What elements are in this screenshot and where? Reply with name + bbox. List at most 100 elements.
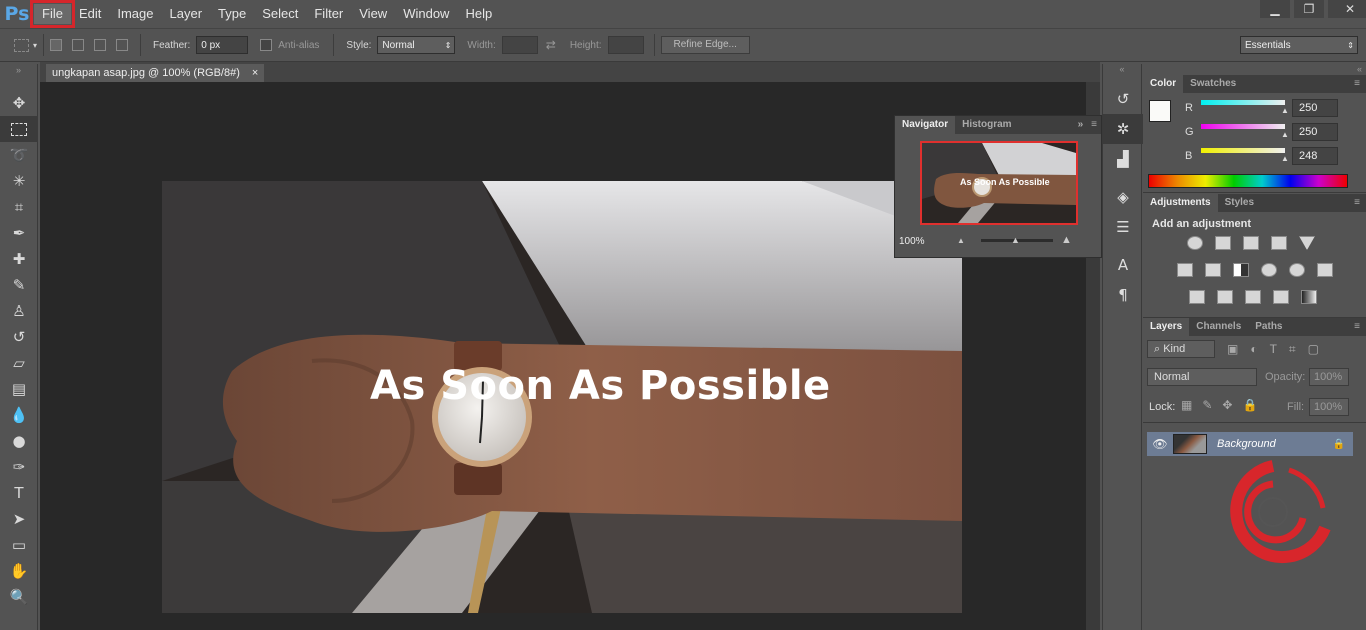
foreground-swatch[interactable] [1149,100,1171,122]
antialias-checkbox[interactable] [260,39,273,51]
menu-view[interactable]: View [351,4,395,24]
swap-icon[interactable]: ⇄ [546,38,556,52]
black-white-icon[interactable] [1233,263,1249,277]
slider-handle-icon[interactable]: ▲ [1281,106,1289,115]
zoom-tool-icon[interactable]: 🔍 [0,584,38,610]
tab-channels[interactable]: Channels [1189,318,1248,336]
minimize-button[interactable]: ▁ [1260,0,1290,18]
character-icon[interactable]: A [1103,250,1143,280]
tab-histogram[interactable]: Histogram [955,116,1018,134]
move-tool-icon[interactable]: ✥ [0,90,38,116]
blur-tool-icon[interactable]: 💧 [0,402,38,428]
selective-color-icon[interactable] [1273,290,1289,304]
style-select[interactable]: Normal ⇕ [377,36,456,54]
close-button[interactable]: ✕ [1328,0,1366,18]
channel-b-slider[interactable] [1201,148,1285,153]
width-input[interactable] [501,36,538,54]
layer-row-background[interactable]: 👁 Background 🔒 [1147,432,1353,456]
lasso-tool-icon[interactable]: ➰ [0,142,38,168]
navigator-zoom[interactable]: 100% [899,236,925,247]
clone-stamp-icon[interactable]: ♙ [0,298,38,324]
color-lookup-icon[interactable] [1317,263,1333,277]
panel-menu-icon[interactable]: ≡ [1348,318,1366,336]
layer-name[interactable]: Background [1217,438,1276,450]
tab-adjustments[interactable]: Adjustments [1143,194,1218,212]
menu-help[interactable]: Help [457,4,500,24]
new-selection-icon[interactable] [50,39,63,51]
history-icon[interactable]: ↺ [1103,84,1143,114]
blend-mode-select[interactable]: Normal [1147,368,1257,386]
channel-g-slider[interactable] [1201,124,1285,129]
menu-filter[interactable]: Filter [306,4,351,24]
paragraph-icon[interactable]: ¶ [1103,280,1143,310]
intersect-selection-icon[interactable] [116,39,129,51]
zoom-out-icon[interactable]: ▲ [957,236,965,245]
magic-wand-icon[interactable]: ✳ [0,168,38,194]
exposure-icon[interactable] [1271,236,1287,250]
tab-swatches[interactable]: Swatches [1183,75,1243,93]
document-tab[interactable]: ungkapan asap.jpg @ 100% (RGB/8#) × [46,64,265,82]
menu-image[interactable]: Image [109,4,161,24]
eyedropper-icon[interactable]: ✒ [0,220,38,246]
marquee-preset-icon[interactable] [14,38,29,52]
channel-r-value[interactable]: 250 [1292,99,1338,117]
expand-icon[interactable]: » [1074,116,1088,134]
navigator-thumbnail[interactable]: As Soon As Possible [920,141,1078,225]
hand-tool-icon[interactable]: ✋ [0,558,38,584]
histogram-icon[interactable]: ▟ [1103,144,1143,174]
crop-tool-icon[interactable]: ⌗ [0,194,38,220]
tab-close-icon[interactable]: × [252,64,258,82]
tab-styles[interactable]: Styles [1218,194,1261,212]
feather-input[interactable]: 0 px [196,36,249,54]
menu-select[interactable]: Select [254,4,306,24]
menu-layer[interactable]: Layer [162,4,211,24]
tab-navigator[interactable]: Navigator [895,116,956,134]
eraser-icon[interactable]: ▱ [0,350,38,376]
channel-r-slider[interactable] [1201,100,1285,105]
color-spectrum[interactable] [1148,174,1348,188]
invert-icon[interactable] [1189,290,1205,304]
restore-button[interactable]: ❐ [1294,0,1324,18]
panel-menu-icon[interactable]: ≡ [1348,194,1366,212]
channel-b-value[interactable]: 248 [1292,147,1338,165]
menu-type[interactable]: Type [210,4,254,24]
color-balance-icon[interactable] [1205,263,1221,277]
chevron-down-icon[interactable]: ▾ [33,41,37,50]
menu-edit[interactable]: Edit [71,4,109,24]
pen-tool-icon[interactable]: ✑ [0,454,38,480]
posterize-icon[interactable] [1217,290,1233,304]
slider-handle-icon[interactable]: ▲ [1281,130,1289,139]
info-icon[interactable]: ◈ [1103,182,1143,212]
lock-icons[interactable]: ▦✎✥🔒 [1181,398,1267,412]
panel-menu-icon[interactable]: ≡ [1348,75,1366,93]
channel-mixer-icon[interactable] [1289,263,1305,277]
tab-layers[interactable]: Layers [1143,318,1190,336]
curves-icon[interactable] [1243,236,1259,250]
fill-input[interactable]: 100% [1309,398,1349,416]
add-selection-icon[interactable] [72,39,85,51]
collapse-icon[interactable]: » [0,64,37,90]
rectangle-tool-icon[interactable]: ▭ [0,532,38,558]
gradient-tool-icon[interactable]: ▤ [0,376,38,402]
workspace-select[interactable]: Essentials ⇕ [1240,36,1358,54]
layer-filter-icons[interactable]: ▣◐T⌗▢ [1227,342,1331,357]
hue-saturation-icon[interactable] [1177,263,1193,277]
menu-window[interactable]: Window [395,4,457,24]
zoom-slider-handle[interactable]: ▲ [1011,235,1020,245]
slider-handle-icon[interactable]: ▲ [1281,154,1289,163]
healing-brush-icon[interactable]: ✚ [0,246,38,272]
threshold-icon[interactable] [1245,290,1261,304]
brightness-icon[interactable] [1187,236,1203,250]
photo-filter-icon[interactable] [1261,263,1277,277]
layer-filter-select[interactable]: ⌕ Kind [1147,340,1215,358]
collapse-icon[interactable]: « [1103,64,1141,74]
tab-paths[interactable]: Paths [1248,318,1289,336]
history-brush-icon[interactable]: ↺ [0,324,38,350]
type-tool-icon[interactable]: T [0,480,38,506]
channel-g-value[interactable]: 250 [1292,123,1338,141]
brush-tool-icon[interactable]: ✎ [0,272,38,298]
opacity-input[interactable]: 100% [1309,368,1349,386]
marquee-tool-icon[interactable] [0,116,38,142]
refine-edge-button[interactable]: Refine Edge... [660,36,750,54]
menu-file[interactable]: File [30,0,75,28]
